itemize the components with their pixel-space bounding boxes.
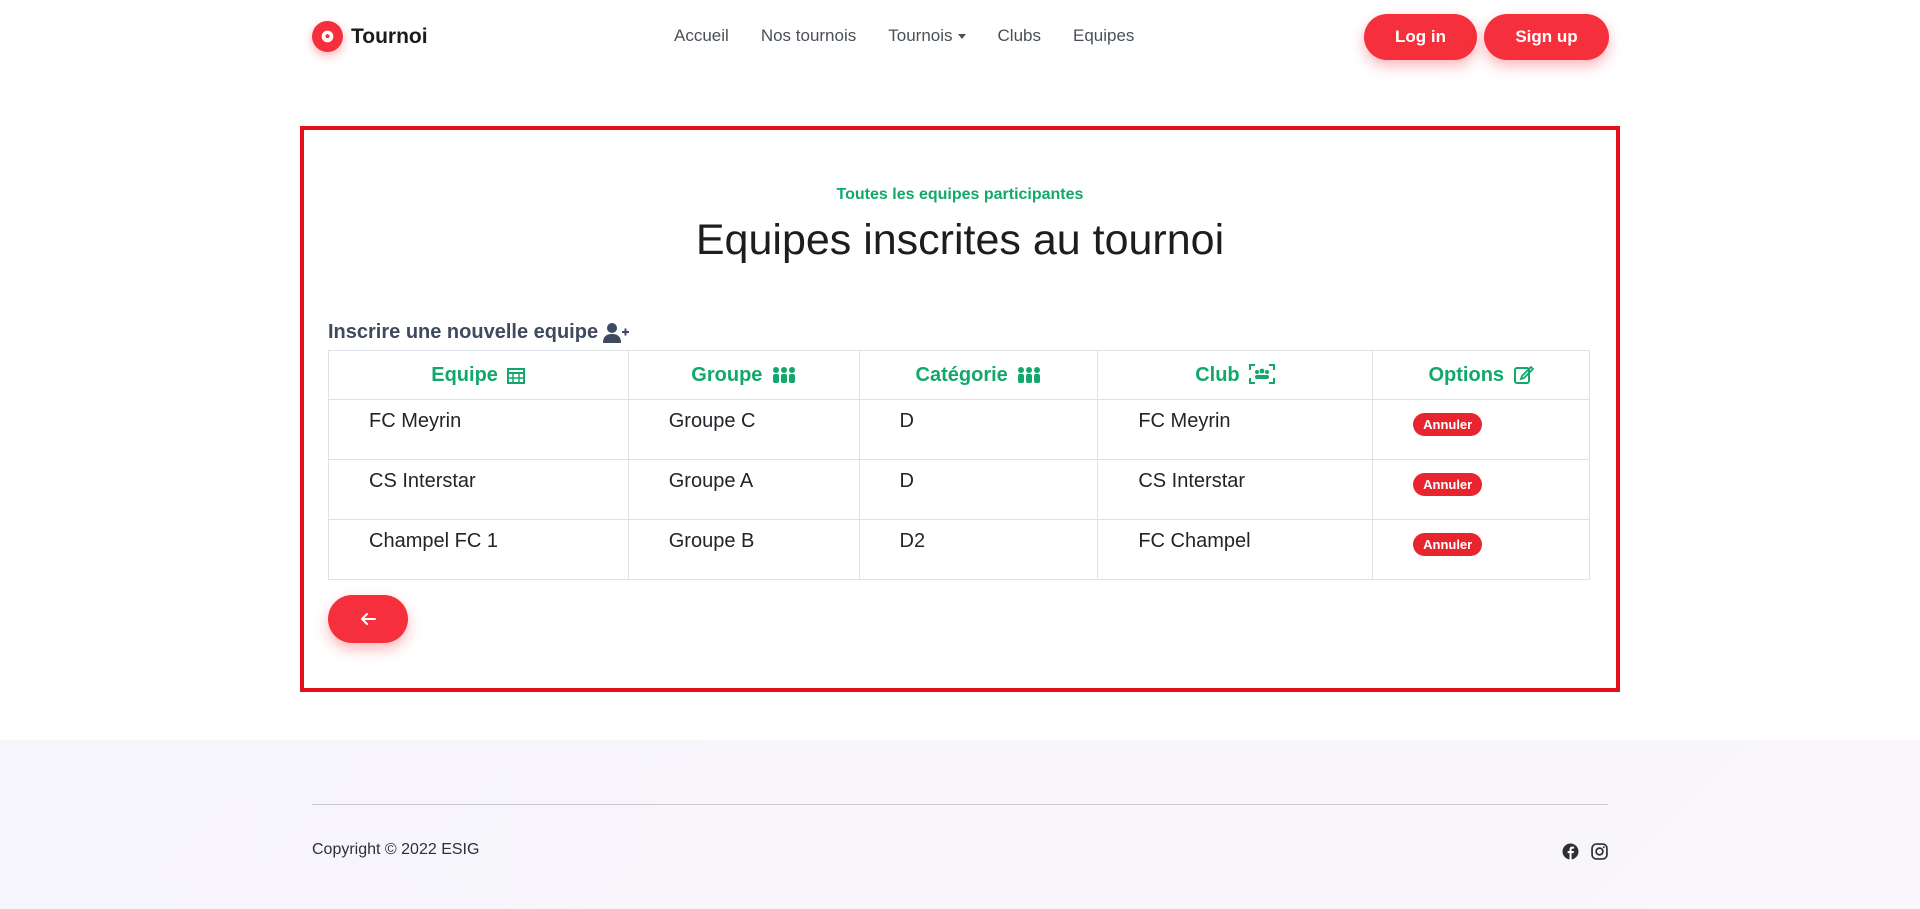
col-header-label: Equipe <box>431 363 498 386</box>
top-navbar: Tournoi Accueil Nos tournois Tournois Cl… <box>0 0 1920 75</box>
register-team-link[interactable]: Inscrire une nouvelle equipe <box>328 321 630 344</box>
cell-options: Annuler <box>1372 519 1590 580</box>
cell-club: FC Meyrin <box>1097 399 1374 460</box>
cancel-button[interactable]: Annuler <box>1413 533 1483 556</box>
back-button[interactable] <box>328 595 408 643</box>
col-header-label: Catégorie <box>915 363 1008 386</box>
brand-name: Tournoi <box>351 24 428 48</box>
cell-equipe: Champel FC 1 <box>328 519 629 580</box>
cell-groupe: Groupe B <box>627 519 860 580</box>
cell-equipe: CS Interstar <box>328 459 629 520</box>
table-row: FC Meyrin Groupe C D FC Meyrin Annuler <box>328 399 1590 460</box>
teams-table: Equipe Groupe Catégorie Club Options FC … <box>328 350 1590 580</box>
login-button[interactable]: Log in <box>1364 14 1477 60</box>
nav-item-accueil[interactable]: Accueil <box>674 26 729 46</box>
signup-button[interactable]: Sign up <box>1484 14 1609 60</box>
people-group-icon <box>1018 366 1041 383</box>
cell-options: Annuler <box>1372 459 1590 520</box>
cell-categorie: D <box>858 459 1099 520</box>
people-group-icon <box>772 366 795 383</box>
register-team-label: Inscrire une nouvelle equipe <box>328 321 599 343</box>
col-header-club: Club <box>1097 350 1374 400</box>
nav-item-label: Tournois <box>888 26 953 45</box>
cancel-button[interactable]: Annuler <box>1413 473 1483 496</box>
page-title: Equipes inscrites au tournoi <box>695 216 1225 264</box>
cell-equipe: FC Meyrin <box>328 399 629 460</box>
cell-categorie: D <box>858 399 1099 460</box>
footer-divider <box>312 804 1608 805</box>
instagram-icon[interactable] <box>1591 843 1608 860</box>
table-header-row: Equipe Groupe Catégorie Club Options <box>328 350 1590 400</box>
nav-item-equipes[interactable]: Equipes <box>1073 26 1134 46</box>
edit-icon <box>1513 365 1534 384</box>
nav-item-nos-tournois[interactable]: Nos tournois <box>761 26 856 46</box>
brand-link[interactable]: Tournoi <box>312 21 428 52</box>
col-header-label: Options <box>1428 363 1505 386</box>
cell-groupe: Groupe A <box>627 459 860 520</box>
auth-buttons: Log in Sign up <box>1364 14 1609 60</box>
nav-item-tournois-dropdown[interactable]: Tournois <box>888 26 966 46</box>
facebook-icon[interactable] <box>1562 843 1579 860</box>
section-subtitle: Toutes les equipes participantes <box>836 186 1084 203</box>
social-links <box>1562 843 1608 860</box>
col-header-equipe: Equipe <box>328 350 629 400</box>
soccer-ball-icon <box>312 21 343 52</box>
col-header-label: Groupe <box>691 363 763 386</box>
main-nav: Accueil Nos tournois Tournois Clubs Equi… <box>674 26 1134 46</box>
cancel-button[interactable]: Annuler <box>1413 413 1483 436</box>
users-viewfinder-icon <box>1249 363 1276 384</box>
user-plus-icon <box>603 322 630 343</box>
table-row: Champel FC 1 Groupe B D2 FC Champel Annu… <box>328 519 1590 580</box>
col-header-options: Options <box>1372 350 1590 400</box>
cell-club: CS Interstar <box>1097 459 1374 520</box>
col-header-label: Club <box>1195 363 1240 386</box>
col-header-groupe: Groupe <box>627 350 860 400</box>
table-row: CS Interstar Groupe A D CS Interstar Ann… <box>328 459 1590 520</box>
nav-item-clubs[interactable]: Clubs <box>998 26 1041 46</box>
calendar-icon <box>507 367 526 384</box>
teams-panel: Toutes les equipes participantes Equipes… <box>300 126 1620 692</box>
copyright-text: Copyright © 2022 ESIG <box>312 841 480 858</box>
cell-groupe: Groupe C <box>627 399 860 460</box>
arrow-left-icon <box>361 613 376 625</box>
cell-categorie: D2 <box>858 519 1099 580</box>
cell-club: FC Champel <box>1097 519 1374 580</box>
footer: Copyright © 2022 ESIG <box>0 740 1920 909</box>
col-header-categorie: Catégorie <box>858 350 1099 400</box>
caret-down-icon <box>957 33 966 39</box>
cell-options: Annuler <box>1372 399 1590 460</box>
